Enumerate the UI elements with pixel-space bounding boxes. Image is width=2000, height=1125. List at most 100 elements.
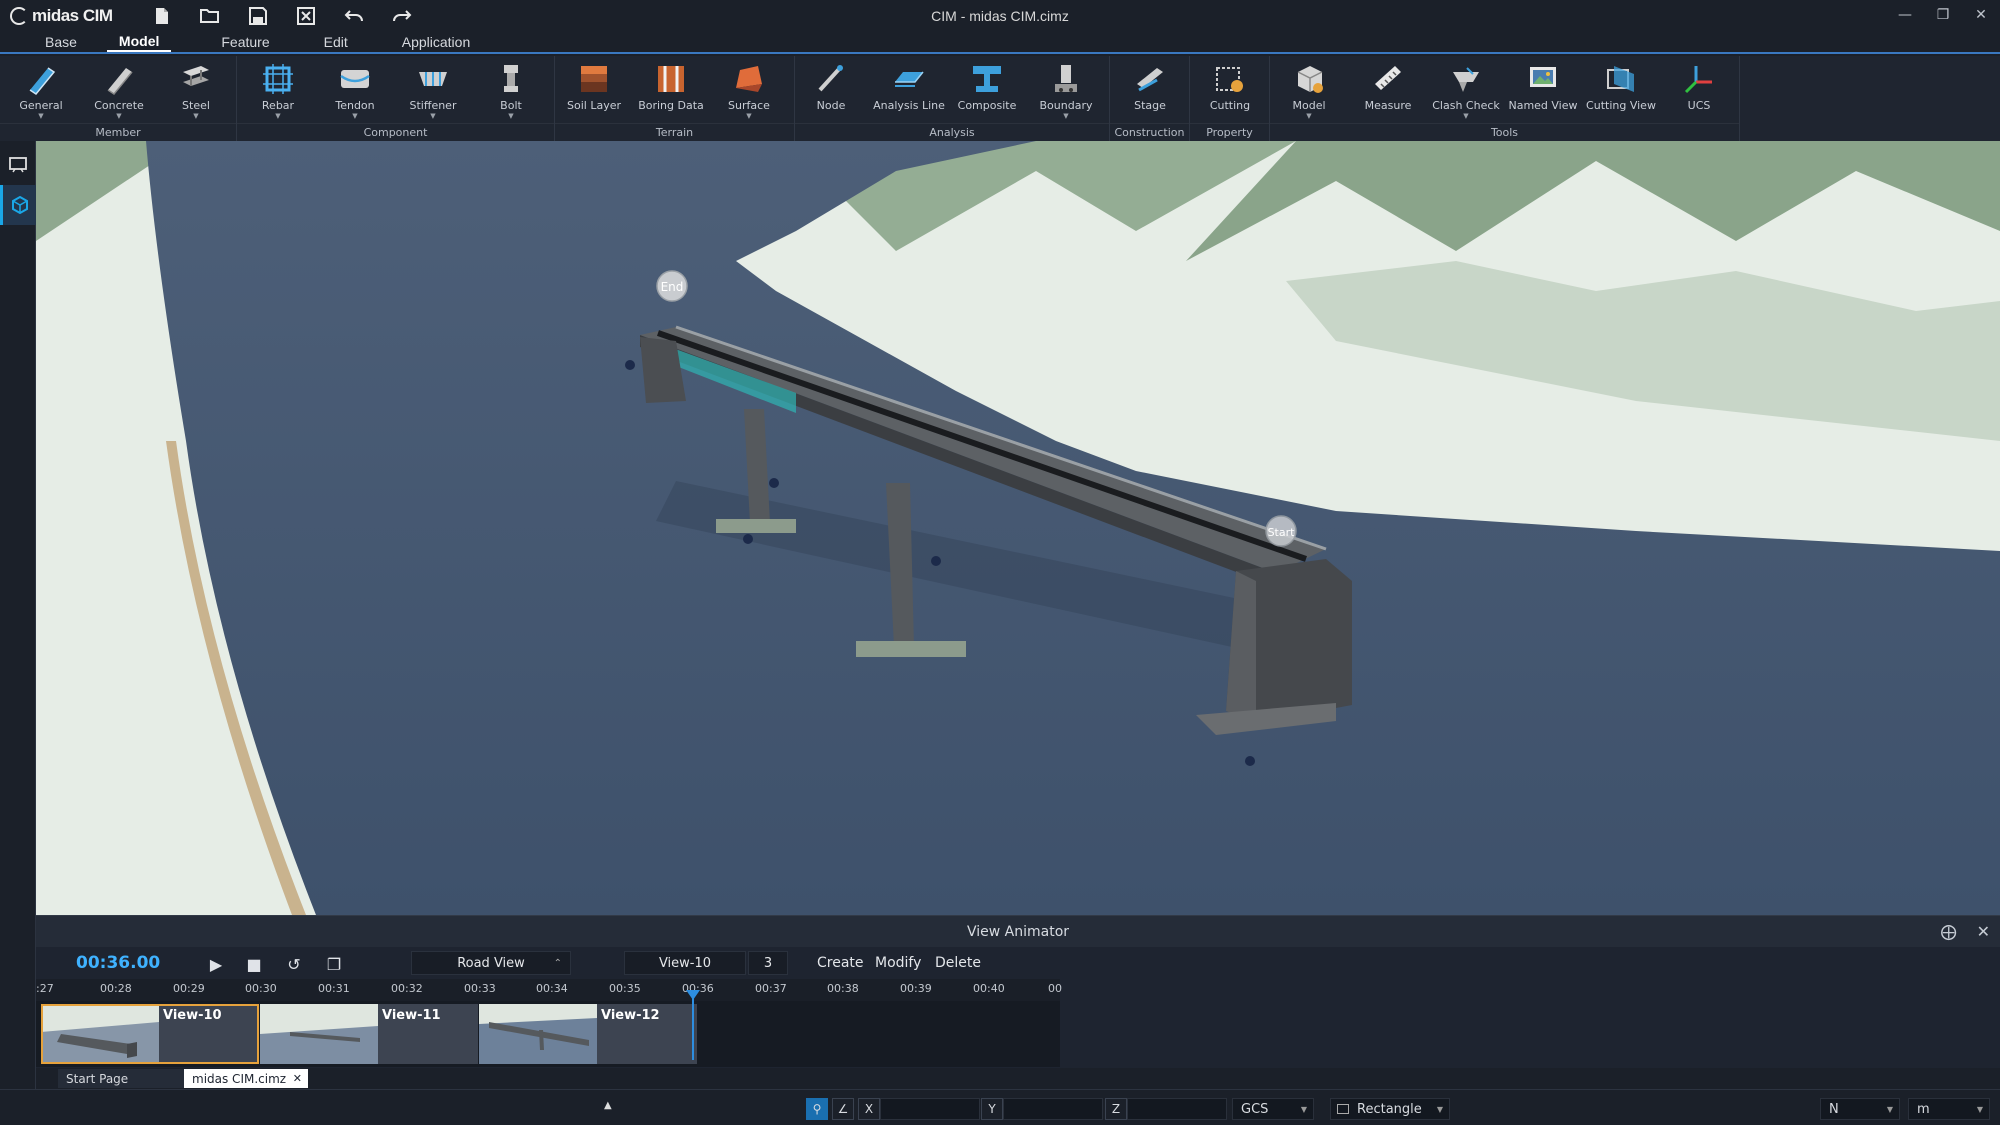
keyframe-track[interactable]: View-10 View-11 View-12	[36, 1001, 1060, 1067]
soil-layer-button[interactable]: Soil Layer	[558, 62, 630, 120]
measure-label: Measure	[1364, 99, 1412, 112]
playhead-line[interactable]	[692, 994, 694, 1060]
named-view-label: Named View	[1508, 99, 1578, 112]
z-input[interactable]	[1127, 1098, 1227, 1120]
named-view-button[interactable]: Named View	[1507, 62, 1579, 120]
analysis-line-button[interactable]: Analysis Line	[873, 62, 945, 120]
tab-midas-cim[interactable]: midas CIM.cimz ✕	[184, 1069, 308, 1088]
angle-icon[interactable]: ∠	[832, 1098, 854, 1120]
minimize-icon[interactable]: —	[1886, 0, 1924, 30]
caret-up-icon[interactable]: ▲	[604, 1094, 612, 1116]
output-panel-icon[interactable]	[0, 145, 36, 185]
timeline-ruler[interactable]: :27 00:28 00:29 00:30 00:31 00:32 00:33 …	[36, 979, 1062, 1001]
snap-icon[interactable]: ⚲	[806, 1098, 828, 1120]
tick-label: 00:32	[391, 982, 423, 995]
boundary-button[interactable]: Boundary ▼	[1030, 62, 1102, 120]
stage-button[interactable]: Stage	[1114, 62, 1186, 120]
view-count-field[interactable]: 3	[748, 951, 788, 975]
tick-label: 00:35	[609, 982, 641, 995]
animator-header: View Animator ⨁ ✕	[36, 916, 2000, 947]
tab-edit[interactable]: Edit	[304, 32, 382, 52]
tab-model[interactable]: Model	[106, 32, 172, 52]
selection-mode-select[interactable]: Rectangle ▼	[1330, 1098, 1450, 1120]
delete-button[interactable]: Delete	[935, 955, 981, 971]
start-marker[interactable]: Start	[1265, 515, 1297, 547]
group-label-property: Property	[1190, 123, 1269, 139]
end-marker[interactable]: End	[656, 270, 688, 302]
logo-text: midas CIM	[32, 6, 113, 25]
loop-icon[interactable]: ↺	[282, 953, 306, 975]
boring-data-button[interactable]: Boring Data	[635, 62, 707, 120]
pin-icon[interactable]: ⨁	[1941, 922, 1957, 941]
current-view-field[interactable]: View-10	[624, 951, 746, 975]
steel-button[interactable]: Steel ▼	[160, 62, 232, 120]
stop-icon[interactable]: ■	[242, 953, 266, 975]
model-tree-icon[interactable]	[0, 185, 36, 225]
tendon-button[interactable]: Tendon ▼	[319, 62, 391, 120]
bridge-scene[interactable]: End Start	[36, 141, 2000, 915]
clash-check-button[interactable]: Clash Check ▼	[1430, 62, 1502, 120]
force-unit-value: N	[1829, 1101, 1839, 1117]
keyframe-view-11[interactable]: View-11	[260, 1004, 478, 1064]
new-icon[interactable]	[138, 1, 186, 31]
keyframe-label: View-11	[382, 1008, 441, 1023]
force-unit-select[interactable]: N ▼	[1820, 1098, 1900, 1120]
soil-layer-icon	[581, 66, 607, 92]
measure-icon	[1375, 66, 1401, 90]
measure-button[interactable]: Measure	[1352, 62, 1424, 120]
undo-icon[interactable]	[330, 1, 378, 31]
create-button[interactable]: Create	[817, 955, 864, 971]
bolt-icon	[504, 65, 518, 92]
tab-feature[interactable]: Feature	[171, 32, 303, 52]
z-coordinate: Z	[1105, 1098, 1227, 1120]
rebar-button[interactable]: Rebar ▼	[242, 62, 314, 120]
restore-icon[interactable]: ❐	[1924, 0, 1962, 30]
y-input[interactable]	[1003, 1098, 1103, 1120]
close-window-icon[interactable]: ✕	[1962, 0, 2000, 30]
surface-button[interactable]: Surface ▼	[713, 62, 785, 120]
bolt-label: Bolt	[500, 99, 522, 112]
tab-start-page-label: Start Page	[66, 1071, 129, 1086]
copy-icon[interactable]: ❐	[322, 953, 346, 975]
close-file-icon[interactable]	[282, 1, 330, 31]
coord-system-select[interactable]: GCS ▼	[1232, 1098, 1314, 1120]
tab-base[interactable]: Base	[0, 32, 107, 52]
keyframe-view-12[interactable]: View-12	[479, 1004, 697, 1064]
group-label-tools: Tools	[1270, 123, 1739, 139]
cutting-view-button[interactable]: Cutting View	[1585, 62, 1657, 120]
concrete-label: Concrete	[94, 99, 144, 112]
tick-label: 00:30	[245, 982, 277, 995]
general-button[interactable]: General ▼	[5, 62, 77, 120]
concrete-button[interactable]: Concrete ▼	[83, 62, 155, 120]
named-view-icon	[1530, 67, 1556, 87]
general-label: General	[19, 99, 63, 112]
cutting-button[interactable]: Cutting	[1194, 62, 1266, 120]
start-marker-label: Start	[1268, 526, 1296, 539]
bolt-button[interactable]: Bolt ▼	[475, 62, 547, 120]
node-button[interactable]: Node	[795, 62, 867, 120]
model-tool-button[interactable]: Model ▼	[1273, 62, 1345, 120]
stiffener-button[interactable]: Stiffener ▼	[397, 62, 469, 120]
open-icon[interactable]	[186, 1, 234, 31]
redo-icon[interactable]	[378, 1, 426, 31]
3d-viewport[interactable]: End Start	[36, 141, 2000, 915]
concrete-icon	[107, 68, 133, 96]
play-icon[interactable]: ▶	[204, 953, 228, 975]
length-unit-select[interactable]: m ▼	[1908, 1098, 1990, 1120]
close-tab-icon[interactable]: ✕	[293, 1072, 302, 1085]
ucs-button[interactable]: UCS	[1663, 62, 1735, 120]
x-input[interactable]	[880, 1098, 980, 1120]
view-mode-select[interactable]: Road View ⌃	[411, 951, 571, 975]
keyframe-thumbnail	[41, 1004, 159, 1064]
modify-button[interactable]: Modify	[875, 955, 921, 971]
save-icon[interactable]	[234, 1, 282, 31]
tab-start-page[interactable]: Start Page ✕	[58, 1069, 204, 1088]
tab-application[interactable]: Application	[382, 32, 487, 52]
close-panel-icon[interactable]: ✕	[1977, 922, 1990, 941]
keyframe-thumbnail	[260, 1004, 378, 1064]
tick-label: 00:28	[100, 982, 132, 995]
keyframe-view-10[interactable]: View-10	[41, 1004, 259, 1064]
composite-button[interactable]: Composite	[951, 62, 1023, 120]
current-time: 00:36.00	[76, 953, 161, 973]
tick-label: 00:33	[464, 982, 496, 995]
